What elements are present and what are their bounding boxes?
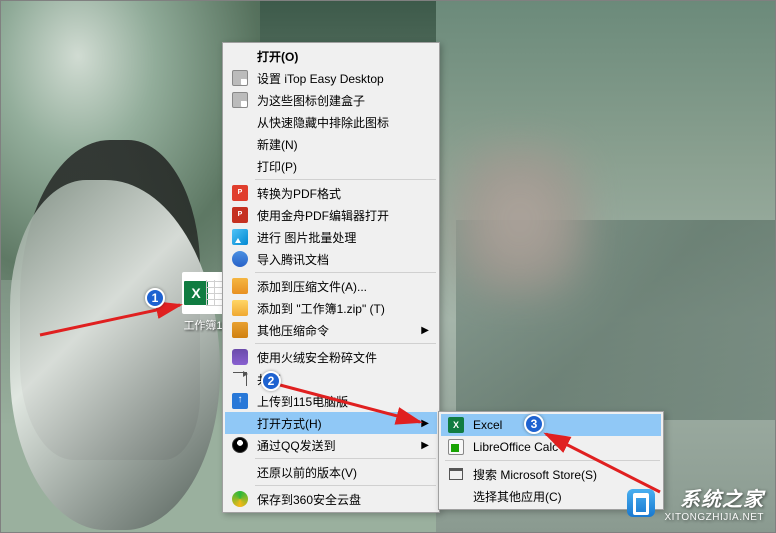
menu-qq-send[interactable]: 通过QQ发送到 ▶ (225, 434, 437, 456)
pdf-icon: P (229, 184, 251, 202)
submenu-search-store[interactable]: 搜索 Microsoft Store(S) (441, 463, 661, 485)
submenu-libreoffice[interactable]: LibreOffice Calc (441, 436, 661, 458)
excel-badge-letter: X (184, 281, 208, 305)
menu-to-pdf[interactable]: P 转换为PDF格式 (225, 182, 437, 204)
qq-icon (229, 436, 251, 454)
share-icon (229, 370, 251, 388)
excel-file-glyph: X (182, 272, 224, 314)
menu-restore-versions[interactable]: 还原以前的版本(V) (225, 461, 437, 483)
menu-upload-115[interactable]: 上传到115电脑版 (225, 390, 437, 412)
libreoffice-calc-icon (445, 438, 467, 456)
menu-print[interactable]: 打印(P) (225, 155, 437, 177)
menu-share[interactable]: 共享 (225, 368, 437, 390)
menu-open-with[interactable]: 打开方式(H) ▶ (225, 412, 437, 434)
chevron-right-icon: ▶ (421, 325, 429, 336)
menu-separator (445, 460, 660, 461)
menu-separator (255, 485, 436, 486)
ms-store-icon (445, 465, 467, 483)
menu-separator (255, 272, 436, 273)
menu-open[interactable]: 打开(O) (225, 45, 437, 67)
menu-itop-desktop[interactable]: 设置 iTop Easy Desktop (225, 67, 437, 89)
watermark-logo-icon (627, 489, 655, 517)
menu-separator (255, 343, 436, 344)
menu-separator (255, 458, 436, 459)
annotation-badge-1: 1 (145, 288, 165, 308)
watermark-title: 系统之家 (665, 483, 765, 512)
desktop-file-label: 工作簿1 (180, 317, 226, 333)
tencent-doc-icon (229, 250, 251, 268)
360-cloud-icon (229, 490, 251, 508)
chevron-right-icon: ▶ (421, 418, 429, 429)
grid-icon (229, 69, 251, 87)
menu-new[interactable]: 新建(N) (225, 133, 437, 155)
archive-icon (229, 321, 251, 339)
menu-exclude-hide[interactable]: 从快速隐藏中排除此图标 (225, 111, 437, 133)
watermark-url: XITONGZHIJIA.NET (665, 512, 765, 523)
excel-icon: X (445, 416, 467, 434)
menu-add-zip-named[interactable]: 添加到 "工作簿1.zip" (T) (225, 297, 437, 319)
pdf-editor-icon: P (229, 206, 251, 224)
menu-open-label: 打开(O) (251, 48, 429, 65)
huorong-icon (229, 348, 251, 366)
upload-icon (229, 392, 251, 410)
menu-batch-image[interactable]: 进行 图片批量处理 (225, 226, 437, 248)
annotation-badge-2: 2 (261, 371, 281, 391)
chevron-right-icon: ▶ (421, 440, 429, 451)
menu-separator (255, 179, 436, 180)
menu-create-box[interactable]: 为这些图标创建盒子 (225, 89, 437, 111)
image-icon (229, 228, 251, 246)
wallpaper-blur-censor (450, 140, 590, 300)
context-menu: 打开(O) 设置 iTop Easy Desktop 为这些图标创建盒子 从快速… (222, 42, 440, 513)
archive-icon (229, 299, 251, 317)
submenu-excel[interactable]: X Excel (441, 414, 661, 436)
menu-add-zip-a[interactable]: 添加到压缩文件(A)... (225, 275, 437, 297)
menu-other-zip[interactable]: 其他压缩命令 ▶ (225, 319, 437, 341)
annotation-badge-3: 3 (524, 414, 544, 434)
grid-icon (229, 91, 251, 109)
menu-huorong-shred[interactable]: 使用火绒安全粉碎文件 (225, 346, 437, 368)
menu-save-360[interactable]: 保存到360安全云盘 (225, 488, 437, 510)
watermark: 系统之家 XITONGZHIJIA.NET (627, 483, 764, 523)
desktop-file-icon[interactable]: X 工作簿1 (180, 272, 226, 333)
menu-tencent-doc[interactable]: 导入腾讯文档 (225, 248, 437, 270)
archive-icon (229, 277, 251, 295)
menu-jinzhou-pdf[interactable]: P 使用金舟PDF编辑器打开 (225, 204, 437, 226)
